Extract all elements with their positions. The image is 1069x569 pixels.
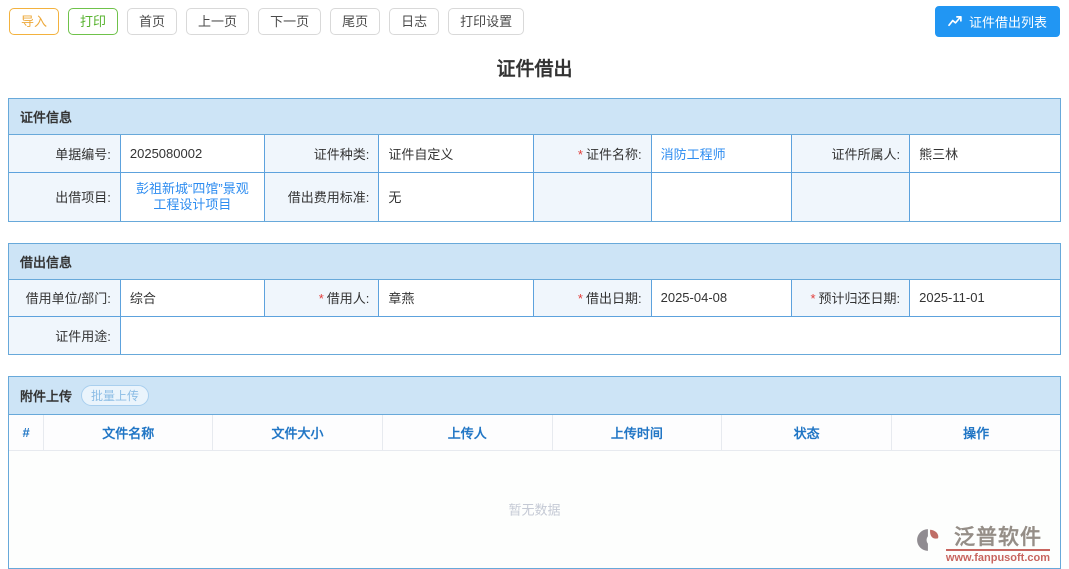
required-mark: * [577, 291, 583, 307]
vendor-logo: 泛普软件 www.fanpusoft.com [916, 525, 1050, 564]
field-label-cert-owner: 证件所属人: [791, 135, 911, 173]
lend-info-header: 借出信息 [9, 243, 1060, 280]
attachments-table: # 文件名称 文件大小 上传人 上传时间 状态 操作 [9, 414, 1060, 451]
field-value-lend-fee-standard: 无 [378, 171, 534, 221]
table-row: 证件用途: [9, 316, 1060, 354]
certificate-info-table: 单据编号: 2025080002 证件种类: 证件自定义 * 证件名称: 消防工程… [9, 135, 1060, 221]
field-label-cert-purpose: 证件用途: [9, 316, 121, 354]
col-header-file-size: 文件大小 [212, 414, 383, 451]
vendor-name: 泛普软件 [953, 525, 1042, 549]
field-value-expected-return-date: 2025-11-01 [909, 279, 1060, 317]
print-settings-button[interactable]: 打印设置 [448, 8, 525, 35]
attachments-header: 附件上传 批量上传 [9, 376, 1060, 415]
field-label-lend-date: * 借出日期: [532, 279, 652, 317]
import-button[interactable]: 导入 [9, 8, 60, 35]
field-value-cert-name: 消防工程师 [650, 135, 793, 173]
prev-page-button[interactable]: 上一页 [186, 8, 250, 35]
required-mark: * [810, 291, 816, 307]
vendor-url: www.fanpusoft.com [945, 548, 1050, 564]
field-value-borrow-dept: 综合 [119, 279, 265, 317]
field-label-cert-name: * 证件名称: [532, 135, 652, 173]
field-value-bill-number: 2025080002 [119, 135, 265, 173]
col-header-status: 状态 [721, 414, 893, 451]
certificate-lend-list-button[interactable]: 证件借出列表 [934, 6, 1060, 37]
field-label-cert-type: 证件种类: [263, 135, 380, 173]
col-header-upload-time: 上传时间 [552, 414, 723, 451]
attachments-title: 附件上传 [20, 388, 73, 404]
col-header-file-name: 文件名称 [43, 414, 214, 451]
next-page-button[interactable]: 下一页 [258, 8, 322, 35]
first-page-button[interactable]: 首页 [127, 8, 178, 35]
certificate-info-title: 证件信息 [20, 110, 73, 125]
field-label-borrower: * 借用人: [263, 279, 380, 317]
vendor-logo-text: 泛普软件 www.fanpusoft.com [945, 525, 1050, 564]
field-label-lend-fee-standard: 借出费用标准: [263, 171, 380, 221]
field-label-bill-number: 单据编号: [9, 135, 121, 173]
attachments-panel: 附件上传 批量上传 # 文件名称 文件大小 上传人 上传时间 状态 操作 暂无数… [8, 375, 1061, 569]
toolbar: 导入 打印 首页 上一页 下一页 尾页 日志 打印设置 证件借出列表 [0, 0, 1069, 41]
col-header-uploader: 上传人 [382, 414, 553, 451]
col-header-actions: 操作 [891, 414, 1060, 451]
lend-info-panel: 借出信息 借用单位/部门: 综合 * 借用人: 章燕 * 借出日期: 2025-04… [8, 242, 1061, 355]
field-value-cert-type: 证件自定义 [378, 135, 534, 173]
certificate-info-panel: 证件信息 单据编号: 2025080002 证件种类: 证件自定义 * 证件名称:… [8, 98, 1061, 222]
empty-state-text: 暂无数据 [508, 502, 561, 518]
field-label-borrow-dept: 借用单位/部门: [9, 279, 121, 317]
batch-upload-button[interactable]: 批量上传 [81, 384, 150, 406]
field-value-cert-owner: 熊三林 [909, 135, 1060, 173]
log-button[interactable]: 日志 [389, 8, 440, 35]
cert-name-link[interactable]: 消防工程师 [661, 147, 726, 162]
certificate-info-header: 证件信息 [9, 99, 1060, 135]
field-value-lend-date: 2025-04-08 [650, 279, 793, 317]
lend-project-link[interactable]: 彭祖新城“四馆”景观工程设计项目 [136, 181, 249, 212]
lend-info-table: 借用单位/部门: 综合 * 借用人: 章燕 * 借出日期: 2025-04-08 *… [9, 279, 1060, 354]
field-value-empty [909, 171, 1060, 221]
col-header-index: # [9, 414, 45, 451]
trend-line-icon [948, 15, 963, 28]
required-mark: * [577, 146, 583, 162]
attachments-empty-area: 暂无数据 泛普软件 www.fanpusoft.com [9, 450, 1060, 568]
field-value-empty [650, 171, 793, 221]
last-page-button[interactable]: 尾页 [330, 8, 381, 35]
field-label-expected-return-date: * 预计归还日期: [791, 279, 911, 317]
field-label-empty [791, 171, 911, 221]
field-value-borrower: 章燕 [378, 279, 534, 317]
attachments-table-header-row: # 文件名称 文件大小 上传人 上传时间 状态 操作 [9, 414, 1060, 451]
field-value-lend-project: 彭祖新城“四馆”景观工程设计项目 [119, 171, 265, 221]
table-row: 出借项目: 彭祖新城“四馆”景观工程设计项目 借出费用标准: 无 [9, 171, 1060, 221]
required-mark: * [318, 291, 324, 307]
print-button[interactable]: 打印 [68, 8, 119, 35]
lend-info-title: 借出信息 [20, 254, 73, 270]
field-value-cert-purpose [119, 316, 1060, 354]
table-row: 单据编号: 2025080002 证件种类: 证件自定义 * 证件名称: 消防工程… [9, 135, 1060, 173]
field-label-lend-project: 出借项目: [9, 171, 121, 221]
fanpu-logo-icon [916, 527, 942, 558]
table-row: 借用单位/部门: 综合 * 借用人: 章燕 * 借出日期: 2025-04-08 *… [9, 279, 1060, 317]
page-title: 证件借出 [496, 59, 573, 80]
certificate-lend-list-label: 证件借出列表 [968, 15, 1047, 30]
field-label-empty [532, 171, 652, 221]
